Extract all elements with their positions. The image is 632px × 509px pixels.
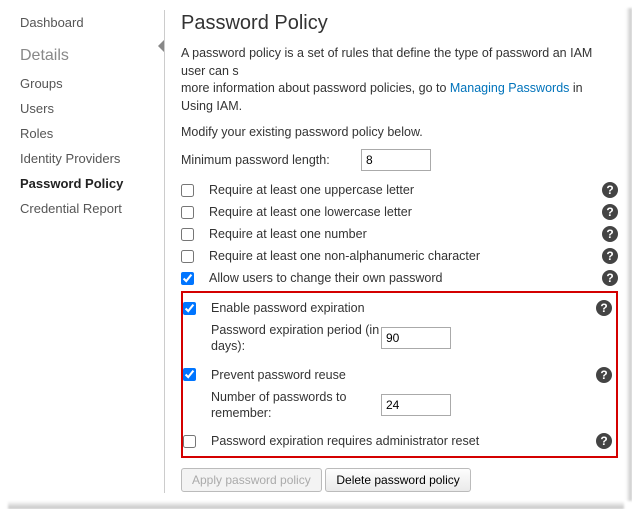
option-row-uppercase: Require at least one uppercase letter ? xyxy=(181,179,618,201)
option-row-admin-reset: Password expiration requires administrat… xyxy=(183,430,612,452)
help-icon[interactable]: ? xyxy=(602,182,618,198)
reuse-number-input[interactable] xyxy=(381,394,451,416)
option-row-nonalpha: Require at least one non-alphanumeric ch… xyxy=(181,245,618,267)
managing-passwords-link[interactable]: Managing Passwords xyxy=(450,81,570,95)
sidebar-item-roles[interactable]: Roles xyxy=(16,121,156,146)
intro-line2a: more information about password policies… xyxy=(181,81,450,95)
option-row-number: Require at least one number ? xyxy=(181,223,618,245)
label-user-change: Allow users to change their own password xyxy=(209,271,594,285)
button-row: Apply password policy Delete password po… xyxy=(181,468,618,492)
min-length-label: Minimum password length: xyxy=(181,153,361,167)
sidebar-item-password-policy[interactable]: Password Policy xyxy=(16,171,156,196)
reuse-number-label: Number of passwords to remember: xyxy=(211,389,381,422)
checkbox-number[interactable] xyxy=(181,228,194,241)
help-icon[interactable]: ? xyxy=(602,248,618,264)
checkbox-nonalpha[interactable] xyxy=(181,250,194,263)
sidebar: Dashboard Details Groups Users Roles Ide… xyxy=(8,6,164,497)
reuse-number-row: Number of passwords to remember: xyxy=(183,386,612,425)
sidebar-section-head: Details xyxy=(16,35,156,71)
label-admin-reset: Password expiration requires administrat… xyxy=(211,434,588,448)
main-content: Password Policy A password policy is a s… xyxy=(165,6,624,497)
label-lowercase: Require at least one lowercase letter xyxy=(209,205,594,219)
expire-period-row: Password expiration period (in days): xyxy=(183,319,612,358)
highlight-box: Enable password expiration ? Password ex… xyxy=(181,291,618,458)
sidebar-divider xyxy=(164,10,165,493)
help-icon[interactable]: ? xyxy=(602,204,618,220)
shadow-right xyxy=(626,8,632,501)
sidebar-item-users[interactable]: Users xyxy=(16,96,156,121)
modify-text: Modify your existing password policy bel… xyxy=(181,125,618,139)
help-icon[interactable]: ? xyxy=(596,433,612,449)
apply-policy-button[interactable]: Apply password policy xyxy=(181,468,322,492)
intro-text: A password policy is a set of rules that… xyxy=(181,45,618,115)
option-row-reuse: Prevent password reuse ? xyxy=(183,364,612,386)
checkbox-uppercase[interactable] xyxy=(181,184,194,197)
sidebar-item-identity-providers[interactable]: Identity Providers xyxy=(16,146,156,171)
collapse-caret-icon[interactable] xyxy=(158,40,164,52)
checkbox-lowercase[interactable] xyxy=(181,206,194,219)
help-icon[interactable]: ? xyxy=(602,270,618,286)
sidebar-dashboard[interactable]: Dashboard xyxy=(16,10,156,35)
checkbox-reuse[interactable] xyxy=(183,368,196,381)
help-icon[interactable]: ? xyxy=(596,367,612,383)
expire-period-input[interactable] xyxy=(381,327,451,349)
label-uppercase: Require at least one uppercase letter xyxy=(209,183,594,197)
expire-period-label: Password expiration period (in days): xyxy=(211,322,381,355)
delete-policy-button[interactable]: Delete password policy xyxy=(325,468,470,492)
options-list: Require at least one uppercase letter ? … xyxy=(181,179,618,289)
label-expire: Enable password expiration xyxy=(211,301,588,315)
help-icon[interactable]: ? xyxy=(602,226,618,242)
label-nonalpha: Require at least one non-alphanumeric ch… xyxy=(209,249,594,263)
label-number: Require at least one number xyxy=(209,227,594,241)
sidebar-item-groups[interactable]: Groups xyxy=(16,71,156,96)
option-row-expire: Enable password expiration ? xyxy=(183,297,612,319)
sidebar-item-credential-report[interactable]: Credential Report xyxy=(16,196,156,221)
page-title: Password Policy xyxy=(181,12,618,35)
option-row-lowercase: Require at least one lowercase letter ? xyxy=(181,201,618,223)
label-reuse: Prevent password reuse xyxy=(211,368,588,382)
checkbox-expire[interactable] xyxy=(183,302,196,315)
min-length-input[interactable] xyxy=(361,149,431,171)
min-length-row: Minimum password length: xyxy=(181,149,618,171)
checkbox-user-change[interactable] xyxy=(181,272,194,285)
checkbox-admin-reset[interactable] xyxy=(183,435,196,448)
intro-line1: A password policy is a set of rules that… xyxy=(181,46,592,78)
shadow-bottom xyxy=(8,501,624,509)
help-icon[interactable]: ? xyxy=(596,300,612,316)
option-row-user-change: Allow users to change their own password… xyxy=(181,267,618,289)
